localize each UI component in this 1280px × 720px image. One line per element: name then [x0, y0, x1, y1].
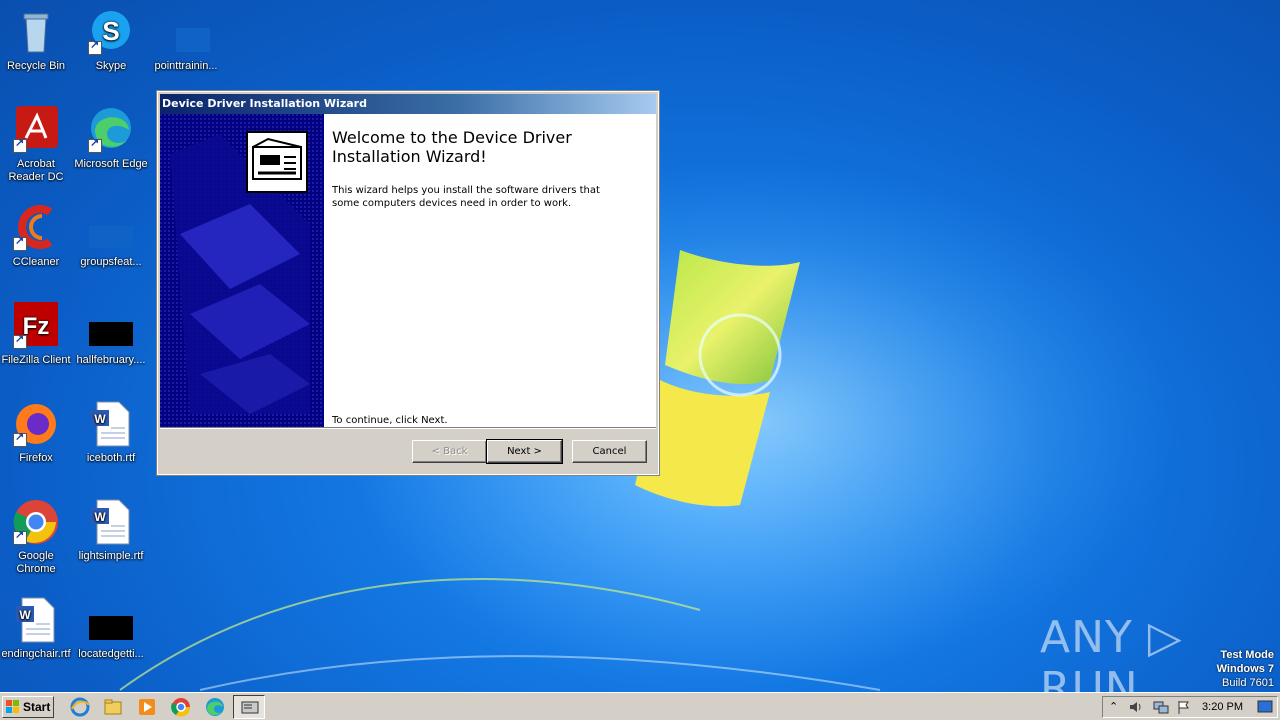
- wizard-description: This wizard helps you install the softwa…: [332, 185, 600, 209]
- blank-file-icon: [87, 204, 135, 252]
- firefox-desktop-icon[interactable]: Firefox: [0, 400, 74, 465]
- wizard-side-banner: [160, 114, 324, 427]
- volume-icon[interactable]: [1129, 700, 1143, 714]
- clock[interactable]: 3:20 PM: [1202, 697, 1243, 717]
- rtf-file-desktop-icon[interactable]: W lightsimple.rtf: [73, 498, 149, 563]
- firefox-icon: [12, 400, 60, 448]
- chrome-taskbar-icon[interactable]: [171, 697, 191, 717]
- show-hidden-icons-icon[interactable]: ⌃: [1109, 700, 1118, 713]
- internet-explorer-icon[interactable]: [70, 697, 90, 717]
- svg-text:W: W: [94, 510, 106, 524]
- continue-instruction: To continue, click Next.: [332, 415, 448, 426]
- black-file-icon: [87, 596, 135, 644]
- acrobat-icon: [12, 106, 60, 154]
- device-driver-wizard-window[interactable]: Device Driver Installation Wizard Welcom…: [156, 90, 660, 476]
- taskbar: Start ⌃ 3:20 PM: [0, 692, 1280, 720]
- cancel-button[interactable]: Cancel: [572, 440, 647, 463]
- windows-logo-icon: [6, 700, 19, 713]
- start-label: Start: [23, 700, 51, 714]
- hardware-icon: [246, 131, 308, 193]
- svg-text:S: S: [102, 16, 119, 46]
- rtf-file-desktop-icon[interactable]: W endingchair.rtf: [0, 596, 74, 661]
- wizard-taskbar-button[interactable]: [233, 695, 265, 719]
- recycle-bin-desktop-icon[interactable]: Recycle Bin: [0, 8, 74, 73]
- rtf-file-desktop-icon[interactable]: W iceboth.rtf: [73, 400, 149, 465]
- windows-version-label: Windows 7: [1216, 663, 1274, 675]
- action-center-flag-icon[interactable]: [1177, 700, 1191, 714]
- chrome-desktop-icon[interactable]: Google Chrome: [0, 498, 74, 576]
- file-desktop-icon[interactable]: locatedgetti...: [73, 596, 149, 661]
- network-icon[interactable]: [1153, 700, 1169, 714]
- blank-file-icon: [162, 8, 222, 56]
- system-tray: ⌃ 3:20 PM: [1102, 696, 1278, 718]
- back-button[interactable]: < Back: [412, 440, 487, 463]
- edge-taskbar-icon[interactable]: [205, 697, 225, 717]
- skype-desktop-icon[interactable]: S Skype: [73, 8, 149, 73]
- word-document-icon: W: [87, 400, 135, 448]
- edge-icon: [87, 106, 135, 154]
- start-button[interactable]: Start: [2, 696, 54, 718]
- svg-text:W: W: [19, 608, 31, 622]
- word-document-icon: W: [87, 498, 135, 546]
- filezilla-icon: Fz: [12, 302, 60, 350]
- test-mode-notice: Test Mode Windows 7 Build 7601: [1217, 648, 1274, 690]
- test-mode-label: Test Mode: [1220, 649, 1274, 661]
- file-desktop-icon[interactable]: hallfebruary....: [73, 302, 149, 367]
- show-desktop-icon[interactable]: [1257, 700, 1273, 714]
- word-document-icon: W: [12, 596, 60, 644]
- ccleaner-icon: [12, 204, 60, 252]
- file-explorer-icon[interactable]: [103, 697, 123, 717]
- black-file-icon: [87, 302, 135, 350]
- window-title[interactable]: Device Driver Installation Wizard: [160, 94, 656, 114]
- svg-text:W: W: [94, 412, 106, 426]
- wizard-body: Welcome to the Device Driver Installatio…: [160, 114, 656, 427]
- filezilla-desktop-icon[interactable]: Fz FileZilla Client: [0, 302, 74, 367]
- wizard-heading: Welcome to the Device Driver Installatio…: [332, 128, 572, 166]
- file-desktop-icon[interactable]: groupsfeat...: [73, 204, 149, 269]
- build-label: Build 7601: [1222, 677, 1274, 689]
- acrobat-desktop-icon[interactable]: Acrobat Reader DC: [0, 106, 74, 184]
- chrome-icon: [12, 498, 60, 546]
- ccleaner-desktop-icon[interactable]: CCleaner: [0, 204, 74, 269]
- file-desktop-icon[interactable]: pointtrainin...: [148, 8, 224, 73]
- skype-icon: S: [87, 8, 135, 56]
- media-player-icon[interactable]: [137, 697, 157, 717]
- wizard-content: Welcome to the Device Driver Installatio…: [332, 128, 650, 426]
- hardware-wizard-icon: [241, 701, 259, 714]
- recycle-bin-icon: [12, 8, 60, 56]
- button-separator: [160, 427, 656, 429]
- edge-desktop-icon[interactable]: Microsoft Edge: [73, 106, 149, 171]
- next-button[interactable]: Next >: [486, 439, 563, 464]
